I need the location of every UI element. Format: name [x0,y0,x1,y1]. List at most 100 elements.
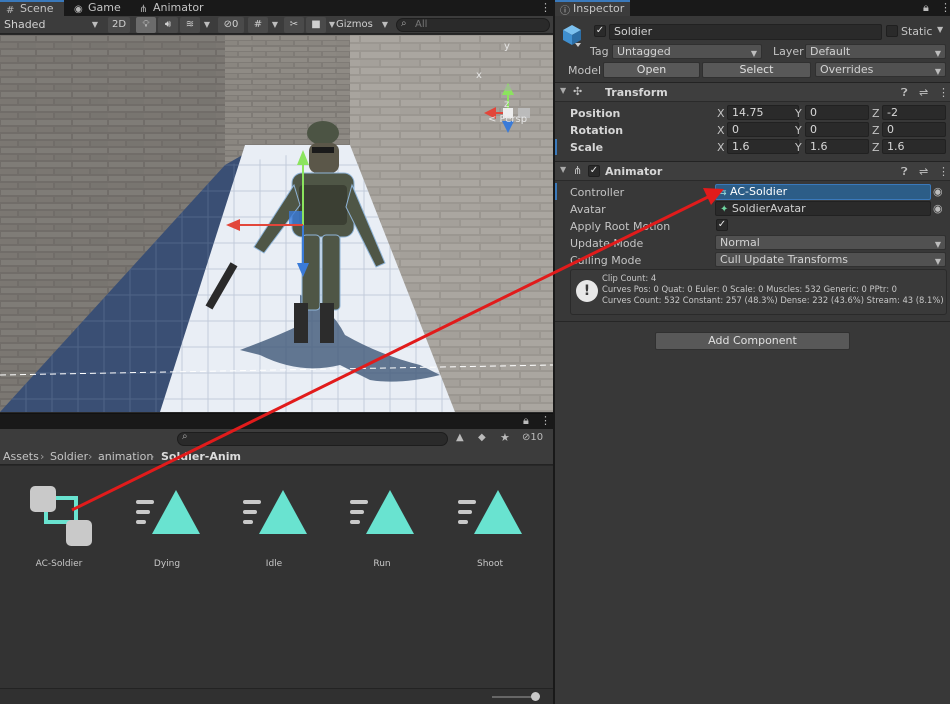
scale-y-field[interactable]: 1.6 [805,139,869,154]
scale-y-value: 1.6 [810,140,828,153]
animation-clip-icon [243,490,307,534]
breadcrumb-animation[interactable]: animation [98,449,153,465]
avatar-field[interactable]: ✦ SoldierAvatar [715,201,931,216]
tab-animator[interactable]: ⋔ Animator [133,0,213,16]
asset-dying[interactable] [134,488,202,538]
asset-idle[interactable] [241,488,309,538]
audio-toggle[interactable]: 🔊︎ [158,17,178,33]
rotation-x-label: X [717,124,725,137]
transform-header[interactable]: ▼ ✣ Transform ❓︎ ⇌ ⋮ [555,82,950,102]
animation-clip-icon [458,490,522,534]
presets-icon[interactable]: ⇌ [919,86,928,99]
grid-toggle[interactable]: # [248,17,268,33]
transform-icon: ✣ [573,85,583,98]
foldout-arrow-icon[interactable]: ▼ [560,86,566,95]
add-component-button[interactable]: Add Component [655,332,850,350]
rotation-y-field[interactable]: 0 [805,122,869,137]
model-open-button[interactable]: Open [603,62,700,78]
scene-viewport[interactable]: y x z < Persp [0,35,553,412]
breadcrumb-soldier[interactable]: Soldier [50,449,88,465]
controller-label: Controller [570,186,625,199]
effects-icon: ≋ [185,19,195,30]
camera-toggle[interactable]: ■ [306,17,326,33]
static-checkbox[interactable] [886,25,898,37]
tab-inspector[interactable]: ⓘ Inspector [555,0,630,17]
chevron-down-icon: ▼ [934,240,941,249]
update-mode-dropdown[interactable]: Normal ▼ [715,235,946,250]
asset-label-dying: Dying [153,559,181,569]
apply-root-motion-checkbox[interactable]: ✓ [716,219,728,231]
project-header: 🔒︎ ⋮ [0,413,553,429]
favorite-star-icon[interactable]: ★ [500,431,510,444]
lock-icon[interactable]: 🔒︎ [523,414,529,428]
hidden-packages-toggle[interactable]: ⊘10 [522,432,543,443]
more-menu-icon[interactable]: ⋮ [940,1,950,14]
breadcrumb-soldier-anim[interactable]: Soldier-Anim [161,449,241,465]
hidden-objects-toggle[interactable]: ⊘0 [218,17,244,33]
perspective-label[interactable]: < Persp [488,114,527,125]
info-curves-pos: Curves Pos: 0 Quat: 0 Euler: 0 Scale: 0 … [602,284,898,294]
presets-icon[interactable]: ⇌ [919,165,928,178]
asset-ac-soldier[interactable] [24,480,100,552]
more-menu-icon[interactable]: ⋮ [540,1,551,14]
chevron-down-icon: ▼ [91,20,98,29]
scale-x-field[interactable]: 1.6 [727,139,799,154]
scale-z-field[interactable]: 1.6 [882,139,946,154]
culling-mode-dropdown[interactable]: Cull Update Transforms ▼ [715,252,946,267]
scene-search-input[interactable]: ⌕ All [396,18,550,32]
layer-dropdown[interactable]: Default ▼ [805,44,946,59]
grid-dropdown[interactable]: ▼ [268,17,282,33]
icon-size-slider-track[interactable] [492,696,536,698]
effects-toggle[interactable]: ≋ [180,17,200,33]
gameobject-cube-icon[interactable] [561,23,583,49]
asset-run[interactable] [348,488,416,538]
rotation-x-field[interactable]: 0 [727,122,799,137]
project-search-input[interactable]: ⌕ [177,431,448,446]
chevron-down-icon: ▼ [381,20,389,29]
more-menu-icon[interactable]: ⋮ [938,86,949,99]
tag-icon[interactable]: ◆ [478,432,486,443]
foldout-arrow-icon[interactable]: ▼ [560,165,566,174]
position-y-field[interactable]: 0 [805,105,869,120]
controller-field[interactable]: ⇆ AC-Soldier [715,184,931,200]
gizmos-label: Gizmos [336,19,373,30]
mode-2d-toggle[interactable]: 2D [108,17,130,33]
position-z-field[interactable]: -2 [882,105,946,120]
help-icon[interactable]: ❓︎ [901,86,908,100]
more-menu-icon[interactable]: ⋮ [540,414,551,427]
animator-enabled-checkbox[interactable]: ✓ [588,165,600,177]
gameobject-active-checkbox[interactable]: ✓ [594,25,606,37]
update-mode-label: Update Mode [570,237,644,250]
icon-size-slider-handle[interactable] [531,692,540,701]
animator-header[interactable]: ▼ ⋔ ✓ Animator ❓︎ ⇌ ⋮ [555,161,950,181]
lighting-toggle[interactable]: 💡︎ [136,17,156,33]
asset-shoot[interactable] [456,488,524,538]
gizmo-y-label: y [504,41,510,52]
rotation-label: Rotation [570,124,624,137]
rotation-z-field[interactable]: 0 [882,122,946,137]
object-picker-icon[interactable]: ◉ [933,185,943,198]
animator-controller-icon [30,486,92,546]
overrides-dropdown[interactable]: Overrides ▼ [815,62,946,77]
tab-game[interactable]: ◉ Game [68,0,130,16]
help-icon[interactable]: ❓︎ [901,165,908,179]
more-menu-icon[interactable]: ⋮ [938,165,949,178]
tools-toggle[interactable]: ✂ [284,17,304,33]
position-x-field[interactable]: 14.75 [727,105,799,120]
gameobject-name-value: Soldier [614,25,653,38]
breadcrumb-assets[interactable]: Assets [3,449,39,465]
effects-dropdown[interactable]: ▼ [200,17,214,33]
model-select-button[interactable]: Select [702,62,811,78]
tag-dropdown[interactable]: Untagged ▼ [612,44,762,59]
gameobject-name-field[interactable]: Soldier [609,24,882,40]
scale-x-value: 1.6 [732,140,750,153]
tab-scene[interactable]: # Scene [0,0,64,16]
gizmos-dropdown[interactable]: ▼ [378,17,392,33]
shading-mode-dropdown[interactable]: Shaded ▼ [2,17,102,33]
lock-icon[interactable]: 🔒︎ [923,1,929,15]
project-footer [0,688,553,704]
chevron-down-icon[interactable]: ▼ [937,25,943,34]
object-picker-icon[interactable]: ◉ [933,202,943,215]
search-by-label-icon[interactable]: ▲ [456,432,464,443]
gizmos-button[interactable]: Gizmos [334,17,378,33]
